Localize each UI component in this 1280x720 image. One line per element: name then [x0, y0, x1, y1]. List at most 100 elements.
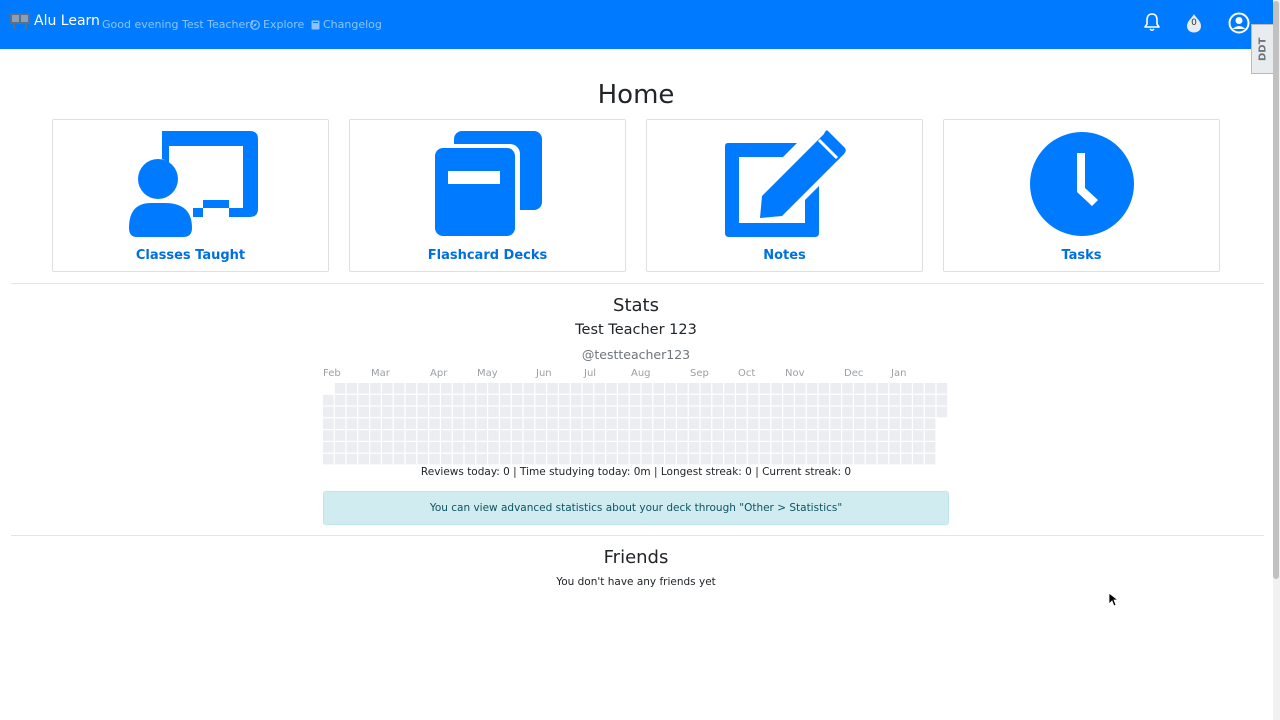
heatmap-cell: [500, 394, 511, 406]
month-label: Apr: [430, 368, 448, 379]
heatmap-cell: [464, 453, 476, 465]
heatmap-cell: [334, 442, 346, 453]
heatmap-cell: [771, 406, 782, 418]
heatmap-cell: [641, 453, 653, 465]
heatmap-cell: [877, 418, 889, 429]
heatmap-cell: [806, 418, 818, 429]
heatmap-cell: [547, 418, 558, 429]
heatmap-cell: [889, 430, 900, 441]
heatmap-cell: [677, 453, 688, 465]
devtool-badge[interactable]: DDT: [1251, 24, 1275, 74]
heatmap-cell: [700, 406, 712, 418]
heatmap-cell: [665, 406, 676, 418]
heatmap-cell: [783, 430, 794, 441]
heatmap-cell: [358, 418, 369, 429]
heatmap-cell: [877, 453, 889, 465]
heatmap-cell: [618, 383, 629, 394]
heatmap-cell: [511, 406, 523, 418]
heatmap-cell: [877, 406, 889, 418]
card-tasks[interactable]: Tasks: [943, 119, 1220, 272]
brand-link[interactable]: Alu Learn: [10, 12, 100, 29]
heatmap-cell: [429, 418, 440, 429]
heatmap-cell: [712, 442, 723, 453]
heatmap-cell: [500, 430, 511, 441]
heatmap-cell: [924, 406, 936, 418]
heatmap-cell: [618, 406, 629, 418]
heatmap-cell: [547, 430, 558, 441]
heatmap-cell: [488, 430, 499, 441]
heatmap-cell: [417, 418, 428, 429]
heatmap-cell: [747, 430, 759, 441]
heatmap-cell: [405, 453, 417, 465]
heatmap-cell: [629, 394, 641, 406]
heatmap-cell: [417, 442, 428, 453]
heatmap-cell: [629, 383, 641, 394]
heatmap-cell: [500, 442, 511, 453]
heatmap-cell: [547, 453, 558, 465]
heatmap-cell: [606, 418, 617, 429]
heatmap-cell: [641, 442, 653, 453]
heatmap-cell: [511, 383, 523, 394]
heatmap-cell: [535, 442, 546, 453]
heatmap-cell: [488, 442, 499, 453]
heatmap-cell: [665, 394, 676, 406]
heatmap-cell: [559, 394, 570, 406]
heatmap-cell: [393, 418, 405, 429]
heatmap-cell: [358, 383, 369, 394]
heatmap-cell: [618, 453, 629, 465]
month-label: Jul: [584, 368, 597, 379]
user-account-icon[interactable]: [1228, 12, 1250, 34]
heatmap-cell: [842, 394, 853, 406]
heatmap-cell: [382, 406, 393, 418]
nav-explore-link[interactable]: Explore: [250, 18, 304, 31]
heatmap-cell: [511, 418, 523, 429]
heatmap-cell: [618, 442, 629, 453]
heatmap-cell: [854, 430, 865, 441]
heatmap-cell: [405, 418, 417, 429]
card-classes-taught[interactable]: Classes Taught: [52, 119, 329, 272]
heatmap-cell: [854, 383, 865, 394]
heatmap-cell: [700, 442, 712, 453]
bell-icon[interactable]: [1143, 12, 1161, 32]
heatmap-cell: [582, 442, 594, 453]
streak-counter[interactable]: 0: [1184, 13, 1204, 33]
heatmap-cell: [688, 394, 700, 406]
nav-changelog-link[interactable]: Changelog: [311, 18, 382, 31]
heatmap-cell: [452, 383, 464, 394]
heatmap-cell: [535, 418, 546, 429]
logo-icon: [10, 13, 30, 29]
heatmap-cell: [323, 442, 334, 453]
heatmap-cell: [382, 442, 393, 453]
info-alert: You can view advanced statistics about y…: [323, 491, 949, 525]
heatmap-cell: [323, 453, 334, 465]
heatmap-cell: [771, 453, 782, 465]
heatmap-cell: [865, 394, 877, 406]
heatmap-cell: [665, 453, 676, 465]
heatmap-cell: [665, 383, 676, 394]
heatmap-cell: [641, 418, 653, 429]
card-flashcard-decks[interactable]: Flashcard Decks: [349, 119, 626, 272]
heatmap-cell: [736, 394, 747, 406]
heatmap-cell: [889, 394, 900, 406]
heatmap-cell: [724, 383, 735, 394]
heatmap-cell: [523, 453, 535, 465]
heatmap-cell: [417, 430, 428, 441]
heatmap-cell: [488, 406, 499, 418]
card-notes[interactable]: Notes: [646, 119, 923, 272]
heatmap-cell: [924, 442, 936, 453]
heatmap-cell: [429, 406, 440, 418]
heatmap-cell: [806, 383, 818, 394]
heatmap-cell: [464, 394, 476, 406]
heatmap-cell: [346, 406, 358, 418]
heatmap-cell: [582, 418, 594, 429]
scrollbar-thumb[interactable]: [1273, 1, 1279, 579]
heatmap-cell: [323, 430, 334, 441]
heatmap-cell: [535, 406, 546, 418]
heatmap-cell: [677, 430, 688, 441]
heatmap-cell: [830, 418, 841, 429]
heatmap-cell: [452, 453, 464, 465]
heatmap-cell: [382, 453, 393, 465]
heatmap-cell: [924, 418, 936, 429]
heatmap-cell: [924, 430, 936, 441]
user-display-name: Test Teacher 123: [575, 322, 697, 338]
